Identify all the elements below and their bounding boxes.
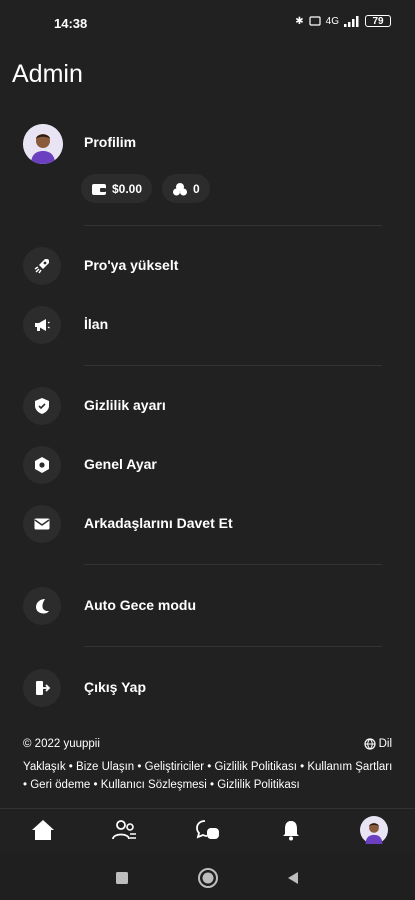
footer-copyright: © 2022 yuuppii [23, 738, 100, 750]
separator: • [134, 761, 145, 773]
shield-check-icon [23, 387, 61, 425]
back-button[interactable] [281, 866, 305, 890]
menu-item-night-mode[interactable]: Auto Gece modu [84, 597, 196, 613]
separator: • [206, 779, 218, 791]
nav-chat[interactable] [191, 813, 225, 847]
coins-chip[interactable]: 0 [162, 174, 210, 203]
divider [84, 646, 382, 647]
menu-item-invite-friends[interactable]: Arkadaşlarını Davet Et [84, 515, 233, 531]
separator: • [204, 761, 215, 773]
menu-item-upgrade-pro[interactable]: Pro'ya yükselt [84, 257, 178, 273]
footer-link-terms[interactable]: Kullanım Şartları [307, 761, 392, 773]
wallet-balance-chip[interactable]: $0.00 [81, 174, 153, 203]
logout-icon [23, 669, 61, 707]
menu-item-general-settings[interactable]: Genel Ayar [84, 456, 157, 472]
footer-link-contact[interactable]: Bize Ulaşın [76, 761, 134, 773]
nav-profile[interactable] [357, 813, 391, 847]
divider [84, 365, 382, 366]
footer-link-refund[interactable]: Geri ödeme [30, 779, 90, 791]
footer-link-developers[interactable]: Geliştiriciler [145, 761, 204, 773]
separator: • [90, 779, 101, 791]
coins-count: 0 [193, 181, 200, 196]
nav-notifications[interactable] [274, 813, 308, 847]
chat-icon [196, 820, 219, 839]
bell-icon [283, 821, 299, 841]
triangle-back-icon [288, 872, 298, 884]
people-icon [112, 820, 136, 840]
footer-link-privacy-policy[interactable]: Gizlilik Politikası [217, 779, 299, 791]
footer-link-privacy[interactable]: Gizlilik Politikası [214, 761, 296, 773]
network-type-label: 4G [325, 15, 339, 27]
status-icons: ✱ 4G 79 [295, 15, 391, 27]
menu-item-privacy-settings[interactable]: Gizlilik ayarı [84, 397, 166, 413]
avatar[interactable] [23, 124, 63, 164]
language-label: Dil [378, 738, 392, 750]
rocket-icon [23, 247, 61, 285]
wallet-balance: $0.00 [112, 181, 143, 196]
bluetooth-icon: ✱ [295, 15, 304, 27]
home-button[interactable] [196, 866, 220, 890]
square-icon [116, 872, 128, 884]
circle-icon [198, 868, 218, 888]
menu-item-ads[interactable]: İlan [84, 316, 108, 332]
recents-button[interactable] [110, 866, 134, 890]
divider [84, 564, 382, 565]
vibrate-icon [309, 16, 321, 26]
battery-icon: 79 [365, 15, 391, 27]
footer-link-user-agreement[interactable]: Kullanıcı Sözleşmesi [101, 779, 207, 791]
profile-link[interactable]: Profilim [84, 134, 136, 150]
status-time: 14:38 [54, 16, 88, 31]
nav-people[interactable] [108, 813, 142, 847]
avatar-icon [23, 124, 63, 164]
language-selector[interactable]: Dil [363, 738, 392, 750]
menu-item-logout[interactable]: Çıkış Yap [84, 679, 146, 695]
page-title: Admin [12, 60, 83, 88]
wallet-icon [92, 183, 106, 195]
avatar [360, 816, 388, 844]
envelope-icon [23, 505, 61, 543]
home-icon [32, 820, 54, 840]
separator: • [65, 761, 77, 773]
separator: • [296, 761, 308, 773]
megaphone-icon [23, 306, 61, 344]
divider [84, 225, 382, 226]
globe-icon [363, 738, 376, 750]
footer-link-about[interactable]: Yaklaşık [23, 761, 66, 773]
battery-level: 79 [372, 15, 384, 27]
coins-icon [173, 182, 187, 195]
signal-icon [344, 15, 359, 27]
moon-icon [23, 587, 61, 625]
nav-home[interactable] [26, 813, 60, 847]
gear-icon [23, 446, 61, 484]
footer-links: Yaklaşık • Bize Ulaşın • Geliştiriciler … [23, 758, 395, 794]
